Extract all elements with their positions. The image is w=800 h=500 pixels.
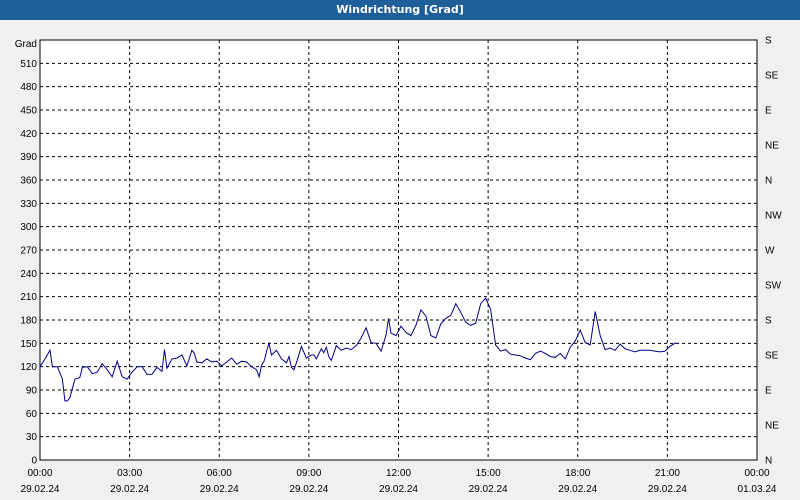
x-tick-date: 29.02.24: [200, 484, 239, 495]
x-tick-time: 00:00: [27, 468, 52, 479]
x-tick-date: 29.02.24: [648, 484, 687, 495]
y-tick-label: 120: [20, 362, 37, 373]
compass-label: E: [765, 386, 772, 397]
y-tick-label: 150: [20, 339, 37, 350]
x-tick-date: 29.02.24: [558, 484, 597, 495]
y-tick-label: 330: [20, 199, 37, 210]
compass-label: NE: [765, 141, 779, 152]
y-tick-label: 480: [20, 82, 37, 93]
x-tick-date: 29.02.24: [379, 484, 418, 495]
x-tick-date: 29.02.24: [110, 484, 149, 495]
y-tick-label: 30: [26, 432, 38, 443]
y-tick-label: 270: [20, 246, 37, 257]
compass-label: NE: [765, 421, 779, 432]
y-axis-label: Grad: [15, 39, 37, 50]
y-tick-label: 450: [20, 106, 37, 117]
x-tick-date: 29.02.24: [469, 484, 508, 495]
x-tick-time: 18:00: [565, 468, 590, 479]
x-tick-time: 00:00: [744, 468, 769, 479]
y-tick-label: 360: [20, 176, 37, 187]
y-tick-label: 240: [20, 269, 37, 280]
y-tick-label: 60: [26, 409, 38, 420]
y-tick-label: 90: [26, 386, 38, 397]
x-tick-date: 29.02.24: [21, 484, 60, 495]
compass-label: S: [765, 36, 772, 47]
compass-label: S: [765, 316, 772, 327]
y-tick-label: 420: [20, 129, 37, 140]
x-tick-time: 12:00: [386, 468, 411, 479]
x-tick-date: 29.02.24: [289, 484, 328, 495]
compass-label: NW: [765, 211, 782, 222]
compass-label: E: [765, 106, 772, 117]
x-tick-time: 09:00: [296, 468, 321, 479]
x-tick-time: 15:00: [476, 468, 501, 479]
chart-title: Windrichtung [Grad]: [0, 0, 800, 20]
wind-direction-chart: 0 30 60 90 120 150 180 210 240 270 300 330 360 390 420…: [15, 36, 782, 496]
y-tick-label: 210: [20, 292, 37, 303]
x-tick-time: 06:00: [207, 468, 232, 479]
y-tick-label: 0: [31, 456, 37, 467]
y-tick-label: 390: [20, 152, 37, 163]
compass-label: SE: [765, 351, 779, 362]
x-tick-time: 21:00: [655, 468, 680, 479]
x-tick-date: 01.03.24: [738, 484, 777, 495]
compass-label: SE: [765, 71, 779, 82]
compass-label: N: [765, 176, 772, 187]
y-tick-label: 180: [20, 316, 37, 327]
compass-label: W: [765, 246, 775, 257]
y-tick-label: 300: [20, 222, 37, 233]
compass-label: N: [765, 456, 772, 467]
y-tick-label: 510: [20, 59, 37, 70]
x-tick-time: 03:00: [117, 468, 142, 479]
compass-label: SW: [765, 281, 782, 292]
